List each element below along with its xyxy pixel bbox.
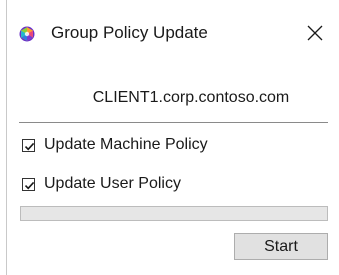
checkmark-icon (24, 181, 35, 189)
update-machine-policy-checkbox[interactable] (22, 138, 35, 152)
computer-name: CLIENT1.corp.contoso.com (92, 89, 290, 106)
checkmark-icon (24, 142, 35, 150)
progress-bar (20, 206, 328, 221)
start-button[interactable]: Start (234, 233, 328, 260)
update-user-policy-label: Update User Policy (44, 175, 181, 192)
update-machine-policy-option[interactable]: Update Machine Policy (22, 134, 208, 156)
update-user-policy-option[interactable]: Update User Policy (22, 173, 181, 195)
close-button[interactable] (298, 16, 332, 50)
update-user-policy-checkbox[interactable] (22, 177, 35, 191)
window-title: Group Policy Update (51, 23, 208, 42)
separator (19, 122, 328, 123)
page: Group Policy Update CLIENT1.corp.contoso… (0, 0, 339, 275)
group-policy-icon (19, 26, 35, 42)
group-policy-update-dialog: Group Policy Update CLIENT1.corp.contoso… (6, 0, 339, 275)
title-bar[interactable]: Group Policy Update (7, 0, 339, 56)
close-icon (307, 25, 323, 41)
update-machine-policy-label: Update Machine Policy (44, 136, 208, 153)
